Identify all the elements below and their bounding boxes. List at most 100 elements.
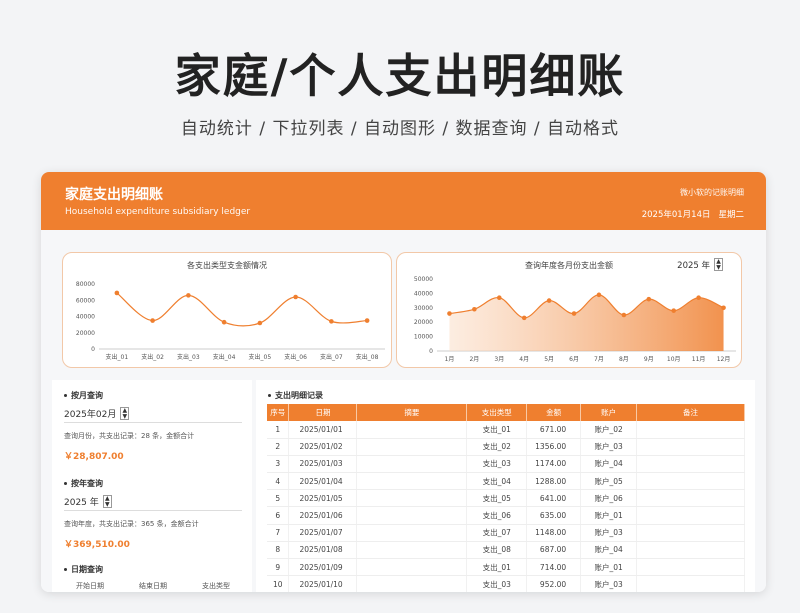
x-tick-label: 2月: [469, 356, 479, 363]
x-tick-label: 支出_02: [141, 353, 164, 361]
col-summary: 摘要: [356, 404, 468, 421]
table-cell: 2025/01/07: [288, 524, 358, 542]
table-cell: 支出_06: [466, 506, 528, 525]
date-query: 日期查询 开始日期 结束日期 支出类型: [64, 564, 242, 591]
table-row[interactable]: 3 2025/01/03 支出_03 1174.00 账户_04: [267, 455, 745, 474]
x-tick-label: 1月: [445, 356, 455, 363]
table-row[interactable]: 8 2025/01/08 支出_08 687.00 账户_04: [267, 541, 745, 560]
table-cell: 5: [267, 489, 290, 508]
table-cell: 2025/01/09: [288, 558, 358, 577]
table-row[interactable]: 5 2025/01/05 支出_05 641.00 账户_06: [267, 489, 745, 508]
data-point: [329, 319, 334, 324]
table-cell: 4: [267, 472, 290, 491]
table-cell: 2: [267, 438, 290, 456]
year-spinner-icon[interactable]: ▲ ▼: [102, 495, 112, 508]
table-cell: [636, 489, 745, 508]
x-tick-label: 12月: [717, 356, 731, 363]
x-tick-label: 支出_03: [177, 353, 200, 361]
data-point: [150, 318, 155, 323]
y-tick-label: 40000: [414, 290, 433, 297]
yearly-query-amount: ￥369,510.00: [64, 540, 130, 550]
table-row[interactable]: 9 2025/01/09 支出_01 714.00 账户_01: [267, 558, 745, 577]
data-point: [721, 305, 726, 311]
table-cell: [356, 541, 468, 560]
table-cell: 687.00: [526, 541, 582, 560]
table-row[interactable]: 7 2025/01/07 支出_07 1148.00 账户_03: [267, 524, 745, 542]
data-point: [521, 315, 527, 321]
x-tick-label: 10月: [667, 356, 681, 363]
table-cell: [356, 472, 468, 491]
table-cell: [356, 438, 468, 456]
y-tick-label: 60000: [76, 297, 95, 304]
ledger-table-label: 支出明细记录: [268, 390, 323, 401]
table-row[interactable]: 6 2025/01/06 支出_06 635.00 账户_01: [267, 506, 745, 525]
table-cell: 1174.00: [526, 455, 582, 474]
monthly-query-select[interactable]: 2025年02月 ▲ ▼: [64, 407, 242, 423]
x-tick-label: 支出_08: [356, 353, 379, 361]
table-cell: [356, 506, 468, 525]
monthly-query-label: 按月查询: [64, 390, 242, 401]
table-row[interactable]: 1 2025/01/01 支出_01 671.00 账户_02: [267, 421, 745, 439]
table-cell: [636, 472, 745, 491]
table-cell: 952.00: [526, 575, 582, 592]
table-cell: 2025/01/10: [288, 575, 358, 592]
table-cell: 账户_01: [580, 558, 638, 577]
table-cell: 1288.00: [526, 472, 582, 491]
monthly-query: 按月查询 2025年02月 ▲ ▼ 查询月份，共支出记录：28 条，金额合计 ￥2…: [64, 390, 242, 462]
table-cell: 支出_04: [466, 472, 528, 491]
table-cell: 8: [267, 541, 290, 560]
table-cell: [356, 558, 468, 577]
x-tick-label: 支出_01: [106, 353, 129, 361]
query-panel: 按月查询 2025年02月 ▲ ▼ 查询月份，共支出记录：28 条，金额合计 ￥2…: [52, 380, 252, 592]
table-cell: 6: [267, 506, 290, 525]
y-tick-label: 40000: [76, 314, 95, 321]
x-tick-label: 3月: [494, 356, 504, 363]
table-cell: [356, 524, 468, 542]
table-cell: 账户_03: [580, 524, 638, 542]
data-point: [447, 311, 452, 316]
y-tick-label: 20000: [76, 330, 95, 337]
yearly-query-select[interactable]: 2025 年 ▲ ▼: [64, 495, 242, 511]
table-cell: 2025/01/03: [288, 455, 358, 474]
table-cell: 支出_07: [466, 524, 528, 542]
data-point: [596, 292, 602, 298]
table-row[interactable]: 10 2025/01/10 支出_03 952.00 账户_03: [267, 575, 745, 592]
date-text: 2025年01月14日: [641, 210, 711, 220]
table-row[interactable]: 4 2025/01/04 支出_04 1288.00 账户_05: [267, 472, 745, 491]
y-tick-label: 80000: [76, 281, 95, 288]
month-spinner-icon[interactable]: ▲ ▼: [120, 407, 130, 420]
table-cell: [636, 506, 745, 525]
x-tick-label: 11月: [692, 356, 706, 363]
hero-subtitle: 自动统计 / 下拉列表 / 自动图形 / 数据查询 / 自动格式: [180, 119, 620, 139]
y-tick-label: 50000: [414, 276, 433, 283]
table-cell: 2025/01/06: [288, 506, 358, 525]
ledger-panel: 支出明细记录 序号 日期 摘要 支出类型 金额 账户 备注 12025/01/0…: [256, 380, 755, 592]
table-cell: 账户_06: [580, 489, 638, 508]
ledger-card: 家庭支出明细账 Household expenditure subsidiary…: [41, 172, 766, 592]
table-cell: [636, 438, 745, 456]
col-index: 序号: [267, 404, 290, 421]
table-cell: 支出_03: [466, 455, 528, 474]
table-cell: 714.00: [526, 558, 582, 577]
data-point: [621, 312, 627, 318]
ledger-table: 序号 日期 摘要 支出类型 金额 账户 备注 1 2025/01/01 支出_01 6…: [267, 404, 745, 592]
data-point: [646, 296, 652, 302]
data-point: [546, 298, 552, 303]
table-cell: [636, 541, 745, 560]
table-cell: [636, 455, 745, 474]
table-cell: 账户_05: [580, 472, 638, 491]
date-query-label: 日期查询: [64, 564, 242, 575]
x-tick-label: 9月: [644, 356, 654, 363]
x-tick-label: 支出_04: [213, 353, 236, 361]
table-row[interactable]: 2 2025/01/02 支出_02 1356.00 账户_03: [267, 438, 745, 456]
ledger-header-row: 序号 日期 摘要 支出类型 金额 账户 备注: [267, 404, 745, 421]
data-point: [186, 293, 191, 298]
data-point: [671, 308, 677, 313]
table-cell: [636, 524, 745, 542]
data-point: [496, 295, 502, 301]
table-cell: 671.00: [526, 421, 582, 439]
table-cell: [636, 421, 745, 439]
y-tick-label: 30000: [414, 305, 433, 312]
weekday-text: 星期二: [718, 210, 744, 220]
table-cell: [356, 455, 468, 474]
